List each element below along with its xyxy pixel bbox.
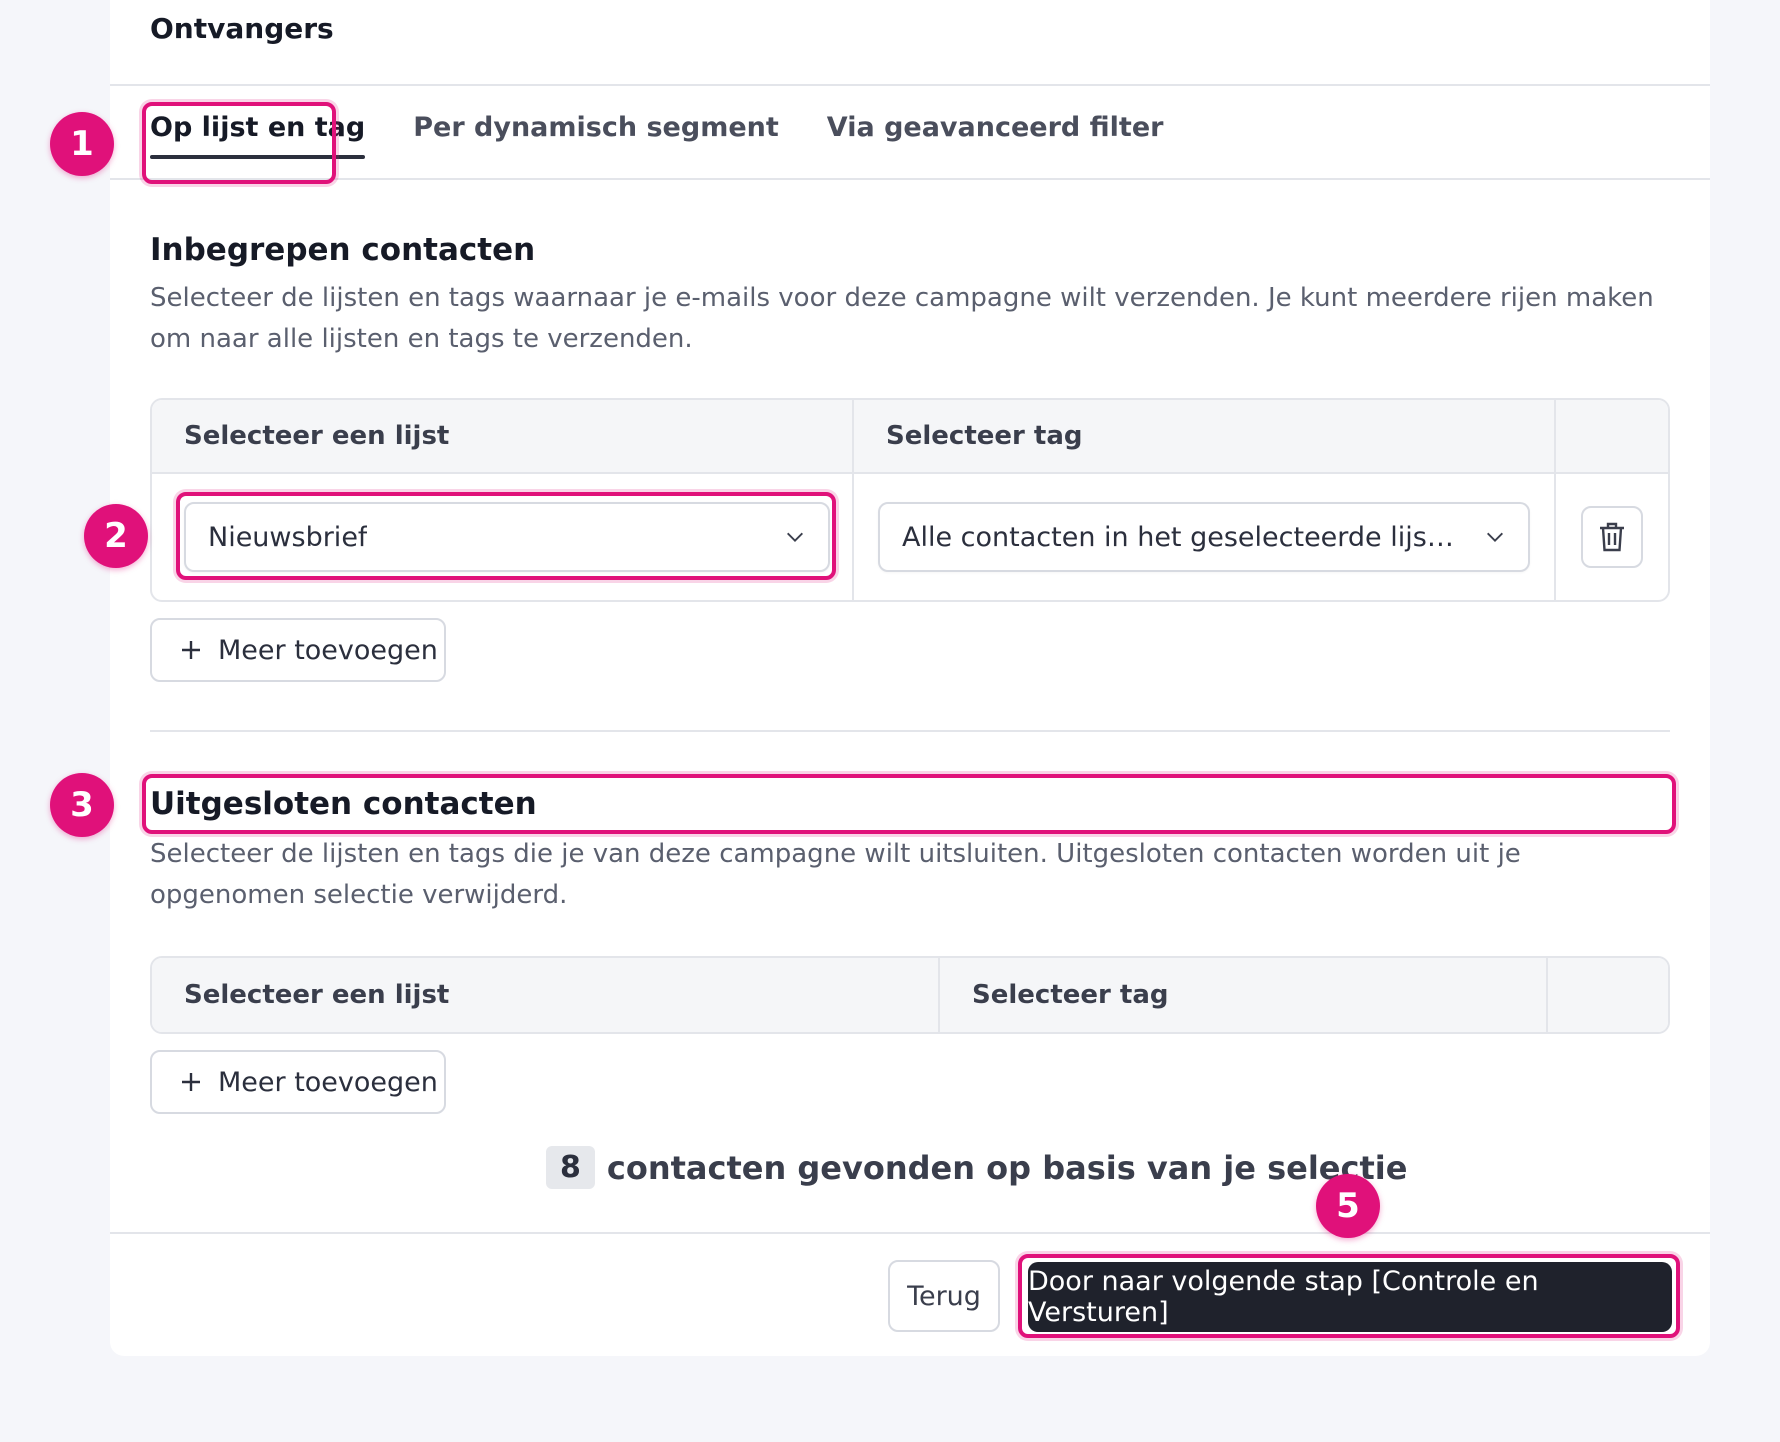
back-button[interactable]: Terug <box>888 1260 1000 1332</box>
add-excluded-row-button[interactable]: Meer toevoegen <box>150 1050 446 1114</box>
step-marker-3: 3 <box>50 773 114 837</box>
actions-cell <box>1556 474 1668 600</box>
divider <box>110 84 1710 86</box>
contact-count-badge: 8 <box>546 1146 595 1189</box>
result-summary: 8 contacten gevonden op basis van je sel… <box>546 1146 1407 1189</box>
delete-row-button[interactable] <box>1581 506 1643 568</box>
page: Ontvangers Op lijst en tag Per dynamisch… <box>0 0 1780 1442</box>
trash-icon <box>1600 522 1624 552</box>
tag-select-value: Alle contacten in het geselecteerde lijs… <box>902 521 1462 553</box>
header-select-list: Selecteer een lijst <box>152 958 940 1032</box>
chevron-down-icon <box>1487 532 1503 542</box>
highlight-list-select <box>176 492 836 580</box>
header-actions <box>1556 400 1668 472</box>
excluded-description: Selecteer de lijsten en tags die je van … <box>150 839 1521 910</box>
add-included-row-button[interactable]: Meer toevoegen <box>150 618 446 682</box>
step-marker-1: 1 <box>50 112 114 176</box>
excluded-table: Selecteer een lijst Selecteer tag <box>150 956 1670 1034</box>
step-marker-5: 5 <box>1316 1174 1380 1238</box>
table-header: Selecteer een lijst Selecteer tag <box>152 400 1668 474</box>
footer-divider <box>110 1232 1710 1234</box>
tag-select[interactable]: Alle contacten in het geselecteerde lijs… <box>878 502 1530 572</box>
add-included-row-label: Meer toevoegen <box>218 634 438 666</box>
included-description: Selecteer de lijsten en tags waarnaar je… <box>150 283 1654 354</box>
header-select-tag: Selecteer tag <box>854 400 1556 472</box>
table-header: Selecteer een lijst Selecteer tag <box>152 958 1668 1032</box>
card-title: Ontvangers <box>150 12 334 45</box>
plus-icon <box>182 1073 200 1091</box>
tab-dynamic-segment[interactable]: Per dynamisch segment <box>413 100 779 163</box>
header-actions <box>1548 958 1668 1032</box>
divider <box>110 178 1710 180</box>
add-excluded-row-label: Meer toevoegen <box>218 1066 438 1098</box>
section-divider <box>150 730 1670 732</box>
result-text: contacten gevonden op basis van je selec… <box>606 1148 1408 1187</box>
highlight-excluded-title <box>142 774 1676 834</box>
step-marker-2: 2 <box>84 504 148 568</box>
included-title: Inbegrepen contacten <box>150 232 536 268</box>
highlight-next-button <box>1018 1254 1680 1338</box>
recipients-card: Ontvangers Op lijst en tag Per dynamisch… <box>110 0 1710 1356</box>
tag-cell: Alle contacten in het geselecteerde lijs… <box>854 474 1556 600</box>
tab-advanced-filter[interactable]: Via geavanceerd filter <box>827 100 1164 163</box>
header-select-list: Selecteer een lijst <box>152 400 854 472</box>
header-select-tag: Selecteer tag <box>940 958 1548 1032</box>
highlight-tab <box>142 102 336 184</box>
plus-icon <box>182 641 200 659</box>
